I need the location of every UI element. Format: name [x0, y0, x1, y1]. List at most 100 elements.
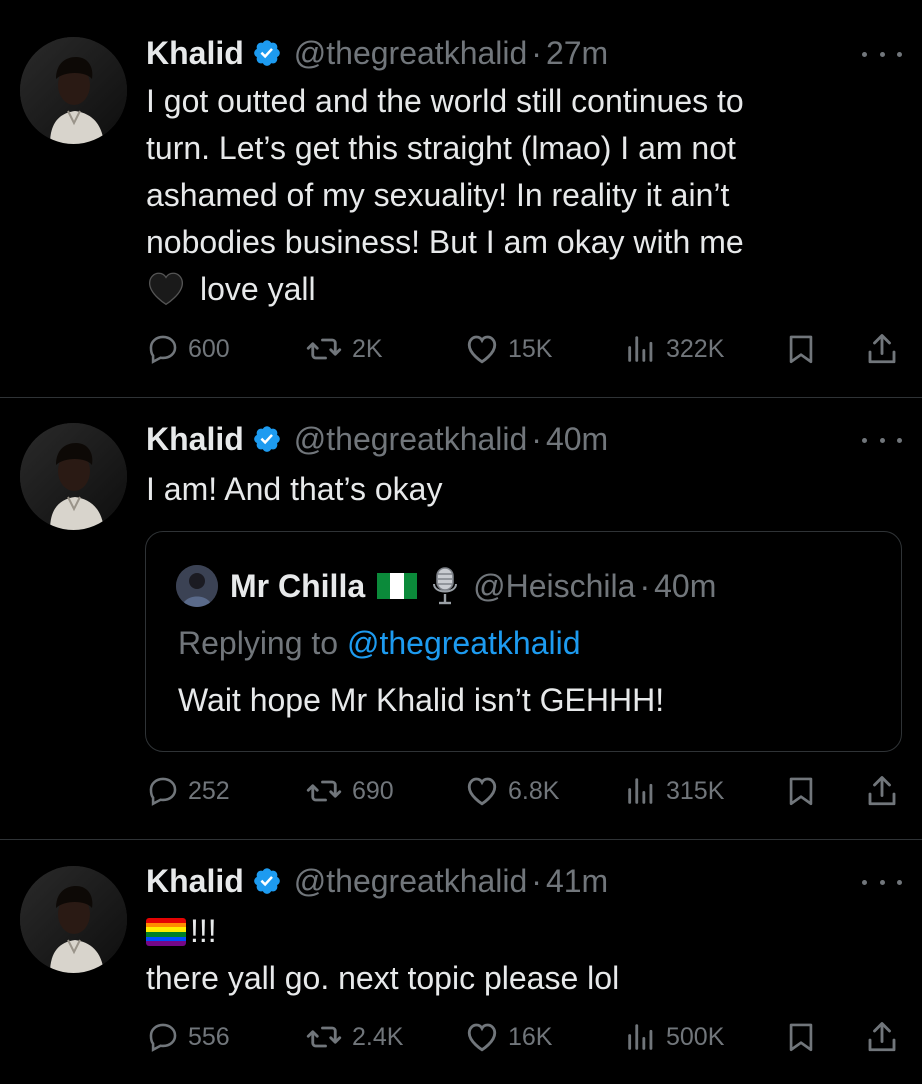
- author-handle[interactable]: @thegreatkhalid: [294, 863, 528, 900]
- author-handle[interactable]: @thegreatkhalid: [294, 421, 528, 458]
- views-button[interactable]: 500K: [624, 1017, 724, 1057]
- timestamp[interactable]: 27m: [546, 35, 608, 72]
- quoted-tweet[interactable]: Mr Chilla @Heischila · 40m Replying to @…: [145, 531, 902, 752]
- separator-dot: ·: [531, 862, 542, 899]
- quoted-tweet-header: Mr Chilla @Heischila · 40m: [176, 565, 716, 607]
- retweet-count: 2.4K: [352, 1022, 404, 1051]
- more-icon[interactable]: [862, 870, 902, 894]
- author-handle[interactable]: @thegreatkhalid: [294, 35, 528, 72]
- like-button[interactable]: 15K: [464, 329, 552, 369]
- retweet-icon: [304, 331, 344, 367]
- like-icon: [464, 773, 500, 809]
- separator-dot: ·: [639, 567, 651, 604]
- tweet-text-line: I got outted and the world still continu…: [146, 83, 744, 119]
- tweet-text-last: love yall: [200, 271, 316, 307]
- tweet-header: Khalid @thegreatkhalid · 27m: [146, 33, 608, 73]
- black-heart-emoji: [146, 270, 186, 319]
- author-name[interactable]: Khalid: [146, 863, 244, 900]
- tweet-header: Khalid @thegreatkhalid · 41m: [146, 861, 608, 901]
- reply-icon: [146, 332, 180, 366]
- bookmark-icon: [784, 773, 818, 809]
- retweet-count: 690: [352, 776, 394, 805]
- like-count: 6.8K: [508, 776, 560, 805]
- retweet-button[interactable]: 2.4K: [304, 1017, 403, 1057]
- avatar[interactable]: [20, 37, 127, 144]
- views-icon: [624, 332, 658, 366]
- like-icon: [464, 1019, 500, 1055]
- retweet-button[interactable]: 690: [304, 771, 394, 811]
- author-name[interactable]: Khalid: [146, 421, 244, 458]
- quoted-timestamp: 40m: [654, 567, 717, 604]
- share-button[interactable]: [864, 1017, 908, 1057]
- bookmark-button[interactable]: [784, 329, 826, 369]
- reply-icon: [146, 774, 180, 808]
- action-bar: 252 690 6.8K 315K: [146, 771, 906, 811]
- nigeria-flag-emoji: [377, 573, 418, 599]
- like-count: 16K: [508, 1022, 553, 1051]
- bookmark-button[interactable]: [784, 1017, 826, 1057]
- tweet-text: I got outted and the world still continu…: [146, 78, 886, 319]
- tweet-text-line: ashamed of my sexuality! In reality it a…: [146, 177, 730, 213]
- reply-button[interactable]: 556: [146, 1017, 230, 1057]
- views-button[interactable]: 322K: [624, 329, 724, 369]
- more-icon[interactable]: [862, 42, 902, 66]
- share-button[interactable]: [864, 329, 908, 369]
- avatar[interactable]: [20, 423, 127, 530]
- tweet-text-line: turn. Let’s get this straight (lmao) I a…: [146, 130, 736, 166]
- views-count: 322K: [666, 334, 725, 363]
- tweet-text-exclaim: !!!: [190, 913, 217, 949]
- views-button[interactable]: 315K: [624, 771, 724, 811]
- views-icon: [624, 1020, 658, 1054]
- tweet-text: I am! And that’s okay: [146, 466, 886, 513]
- timestamp[interactable]: 40m: [546, 421, 608, 458]
- avatar[interactable]: [20, 866, 127, 973]
- bookmark-button[interactable]: [784, 771, 826, 811]
- reply-count: 556: [188, 1022, 230, 1051]
- verified-badge-icon: [252, 38, 282, 68]
- replying-to: Replying to @thegreatkhalid: [178, 625, 581, 662]
- share-icon: [864, 331, 900, 367]
- retweet-count: 2K: [352, 334, 383, 363]
- views-count: 500K: [666, 1022, 725, 1051]
- rainbow-flag-emoji: [146, 918, 186, 946]
- views-icon: [624, 774, 658, 808]
- tweet-header: Khalid @thegreatkhalid · 40m: [146, 419, 608, 459]
- quoted-tweet-text: Wait hope Mr Khalid isn’t GEHHH!: [178, 682, 665, 718]
- reply-icon: [146, 1020, 180, 1054]
- tweet-text: !!! there yall go. next topic please lol: [146, 908, 886, 1002]
- bookmark-icon: [784, 331, 818, 367]
- action-bar: 556 2.4K 16K 500K: [146, 1017, 906, 1057]
- retweet-button[interactable]: 2K: [304, 329, 383, 369]
- retweet-icon: [304, 773, 344, 809]
- reply-count: 600: [188, 334, 230, 363]
- verified-badge-icon: [252, 424, 282, 454]
- tweet-1[interactable]: Khalid @thegreatkhalid · 27m I got outte…: [0, 0, 922, 397]
- tweet-text-line: love yall: [146, 266, 886, 319]
- replying-to-label: Replying to: [178, 625, 339, 661]
- verified-badge-icon: [252, 866, 282, 896]
- more-icon[interactable]: [862, 428, 902, 452]
- tweet-text-line: I am! And that’s okay: [146, 471, 443, 507]
- share-button[interactable]: [864, 771, 908, 811]
- quoted-avatar: [176, 565, 218, 607]
- quoted-author-name: Mr Chilla: [230, 567, 366, 604]
- like-button[interactable]: 6.8K: [464, 771, 559, 811]
- separator-dot: ·: [531, 34, 542, 71]
- reply-button[interactable]: 252: [146, 771, 230, 811]
- timestamp[interactable]: 41m: [546, 863, 608, 900]
- like-icon: [464, 331, 500, 367]
- replying-to-mention[interactable]: @thegreatkhalid: [347, 625, 581, 661]
- retweet-icon: [304, 1019, 344, 1055]
- like-count: 15K: [508, 334, 553, 363]
- author-name[interactable]: Khalid: [146, 35, 244, 72]
- tweet-3[interactable]: Khalid @thegreatkhalid · 41m !!! there y…: [0, 840, 922, 1084]
- action-bar: 600 2K 15K 322K: [146, 329, 906, 369]
- like-button[interactable]: 16K: [464, 1017, 552, 1057]
- reply-button[interactable]: 600: [146, 329, 230, 369]
- microphone-emoji: [429, 566, 461, 606]
- tweet-2[interactable]: Khalid @thegreatkhalid · 40m I am! And t…: [0, 398, 922, 838]
- tweet-text-line: nobodies business! But I am okay with me: [146, 224, 744, 260]
- views-count: 315K: [666, 776, 725, 805]
- share-icon: [864, 773, 900, 809]
- separator-dot: ·: [531, 420, 542, 457]
